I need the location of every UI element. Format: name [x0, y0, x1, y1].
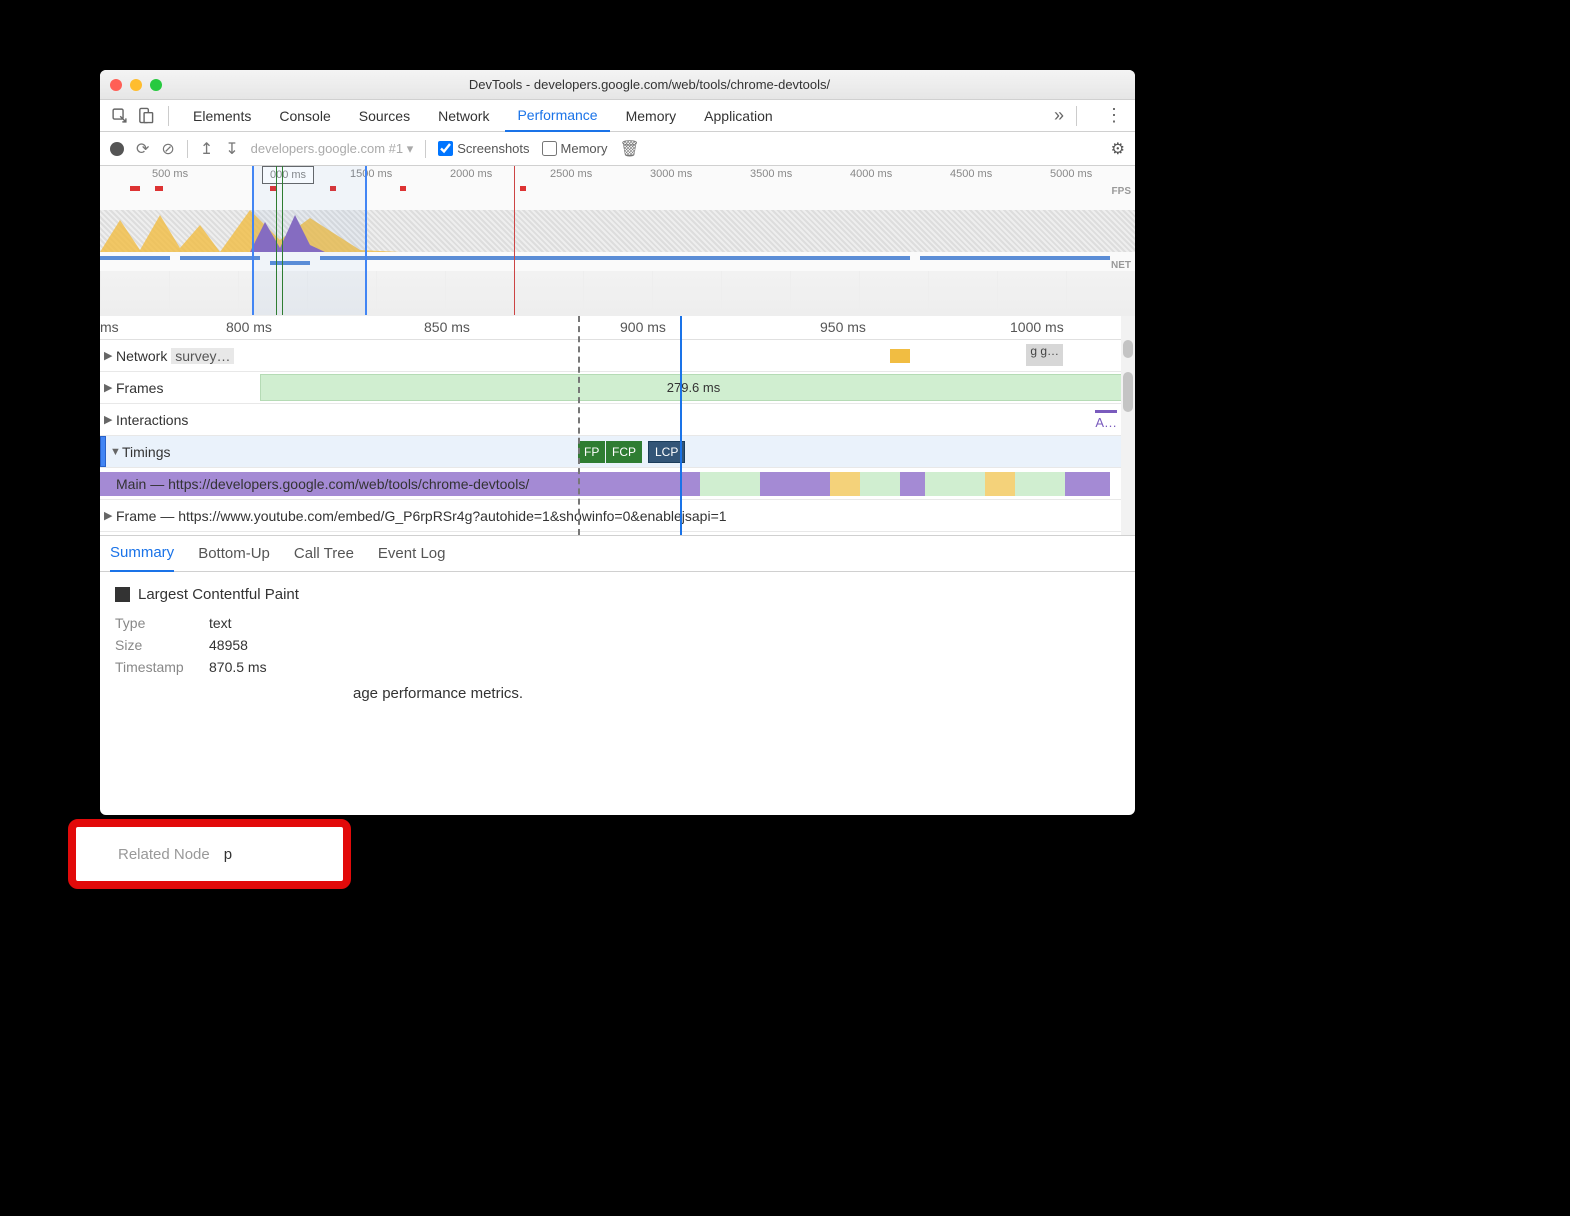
- fp-marker[interactable]: FP: [578, 441, 605, 463]
- tab-network[interactable]: Network: [426, 100, 501, 132]
- track-main[interactable]: ▶Main — https://developers.google.com/we…: [100, 468, 1135, 500]
- range-marker: [578, 316, 580, 535]
- reload-icon[interactable]: ⟳: [136, 139, 149, 159]
- ov-tick: 500 ms: [152, 168, 188, 180]
- ov-tick: 2500 ms: [550, 168, 592, 180]
- annotation-highlight: Related Node p: [68, 819, 351, 889]
- tab-sources[interactable]: Sources: [347, 100, 422, 132]
- perf-toolbar: ⟳ ⊘ ↥ ↧ developers.google.com #1 ▾ Scree…: [100, 132, 1135, 166]
- record-icon[interactable]: [110, 142, 124, 156]
- clear-icon[interactable]: ⊘: [161, 139, 174, 159]
- track-network[interactable]: ▶Network survey… g g…: [100, 340, 1135, 372]
- frame-bar: 279.6 ms: [260, 374, 1127, 401]
- detail-ruler: ms 800 ms 850 ms 900 ms 950 ms 1000 ms: [100, 316, 1135, 340]
- event-color-swatch: [115, 587, 130, 602]
- main-tabstrip: Elements Console Sources Network Perform…: [100, 100, 1135, 132]
- more-icon[interactable]: ⋮: [1101, 105, 1127, 126]
- memory-checkbox[interactable]: Memory: [542, 141, 608, 156]
- track-frame[interactable]: ▶Frame — https://www.youtube.com/embed/G…: [100, 500, 1135, 532]
- tab-call-tree[interactable]: Call Tree: [294, 545, 354, 562]
- detail-scrollbar[interactable]: [1121, 316, 1135, 535]
- device-toggle-icon[interactable]: [134, 105, 156, 127]
- overview-pane[interactable]: 500 ms 1500 ms 2000 ms 2500 ms 3000 ms 3…: [100, 166, 1135, 316]
- profile-selector[interactable]: developers.google.com #1 ▾: [251, 141, 414, 157]
- timings-bracket-icon: [100, 436, 106, 467]
- summary-pane: Largest Contentful Paint Typetext Size48…: [100, 572, 1135, 730]
- fcp-marker[interactable]: FCP: [606, 441, 642, 463]
- tab-event-log[interactable]: Event Log: [378, 545, 446, 562]
- ov-tick: 5000 ms: [1050, 168, 1092, 180]
- tab-bottom-up[interactable]: Bottom-Up: [198, 545, 270, 562]
- track-interactions[interactable]: ▶Interactions A…: [100, 404, 1135, 436]
- upload-icon[interactable]: ↥: [200, 139, 213, 159]
- summary-timestamp: 870.5 ms: [209, 659, 267, 675]
- trash-icon[interactable]: 🗑: [619, 139, 639, 159]
- playhead[interactable]: [680, 316, 682, 535]
- related-node-value[interactable]: p: [224, 846, 232, 863]
- zoom-icon[interactable]: [150, 79, 162, 91]
- summary-size: 48958: [209, 637, 248, 653]
- minimize-icon[interactable]: [130, 79, 142, 91]
- details-tabstrip: Summary Bottom-Up Call Tree Event Log: [100, 536, 1135, 572]
- track-timings[interactable]: ▼Timings FP FCP LCP: [100, 436, 1135, 468]
- tab-summary[interactable]: Summary: [110, 536, 174, 572]
- ov-tick: 2000 ms: [450, 168, 492, 180]
- tab-memory[interactable]: Memory: [614, 100, 689, 132]
- devtools-window: DevTools - developers.google.com/web/too…: [100, 70, 1135, 815]
- settings-icon[interactable]: ⚙: [1111, 139, 1125, 159]
- ov-tick: 4500 ms: [950, 168, 992, 180]
- summary-description-tail: age performance metrics.: [353, 685, 1120, 702]
- window-controls: [110, 79, 162, 91]
- tabs-overflow-icon[interactable]: »: [1054, 105, 1064, 126]
- ov-tick: 4000 ms: [850, 168, 892, 180]
- titlebar: DevTools - developers.google.com/web/too…: [100, 70, 1135, 100]
- overview-window[interactable]: [252, 166, 367, 315]
- window-title: DevTools - developers.google.com/web/too…: [174, 77, 1125, 92]
- tab-application[interactable]: Application: [692, 100, 785, 132]
- ov-tick: 3000 ms: [650, 168, 692, 180]
- tab-elements[interactable]: Elements: [181, 100, 263, 132]
- close-icon[interactable]: [110, 79, 122, 91]
- flamechart-pane[interactable]: ms 800 ms 850 ms 900 ms 950 ms 1000 ms ▶…: [100, 316, 1135, 536]
- screenshots-checkbox[interactable]: Screenshots: [438, 141, 529, 156]
- inspect-icon[interactable]: [108, 105, 130, 127]
- tab-console[interactable]: Console: [267, 100, 342, 132]
- related-node-label: Related Node: [118, 846, 210, 863]
- summary-type: text: [209, 615, 232, 631]
- event-title: Largest Contentful Paint: [138, 586, 299, 603]
- download-icon[interactable]: ↧: [225, 139, 238, 159]
- tab-performance[interactable]: Performance: [505, 100, 609, 132]
- ov-tick: 3500 ms: [750, 168, 792, 180]
- track-frames[interactable]: ▶Frames 279.6 ms: [100, 372, 1135, 404]
